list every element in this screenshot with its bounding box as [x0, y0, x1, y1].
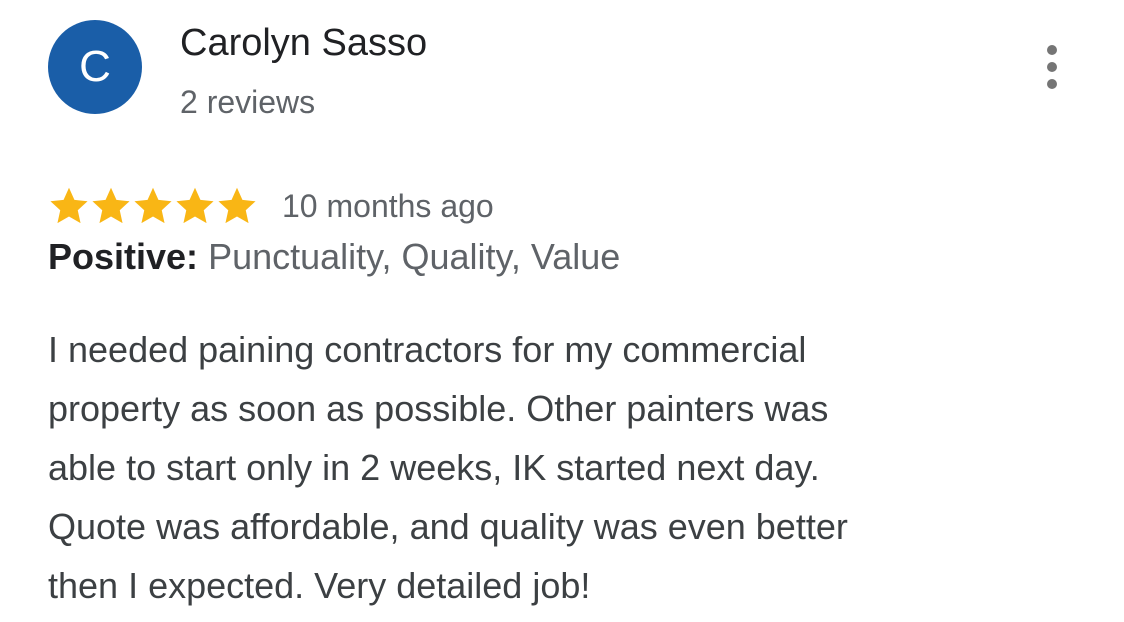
- review-count: 2 reviews: [180, 84, 316, 120]
- review-card: C Carolyn Sasso 2 reviews 10 months ago …: [0, 0, 1124, 622]
- star-icon: [218, 187, 256, 224]
- avatar-initial: C: [79, 42, 111, 91]
- positive-values: Punctuality, Quality, Value: [208, 236, 621, 277]
- more-vert-icon-dot: [1047, 62, 1057, 72]
- star-icon: [92, 187, 130, 224]
- more-vert-icon-dot: [1047, 45, 1057, 55]
- review-date: 10 months ago: [282, 187, 494, 224]
- reviewer-name[interactable]: Carolyn Sasso: [180, 22, 427, 65]
- review-text: I needed paining contractors for my comm…: [48, 329, 848, 606]
- more-vert-icon-dot: [1047, 79, 1057, 89]
- star-icon: [50, 187, 88, 224]
- positive-attributes: Positive: Punctuality, Quality, Value: [48, 236, 620, 278]
- positive-label: Positive:: [48, 236, 199, 277]
- more-options-button[interactable]: [1032, 40, 1072, 94]
- avatar[interactable]: C: [48, 20, 142, 114]
- rating-row: 10 months ago: [48, 180, 494, 232]
- star-icon: [176, 187, 214, 224]
- star-icon: [134, 187, 172, 224]
- star-rating: [48, 185, 258, 227]
